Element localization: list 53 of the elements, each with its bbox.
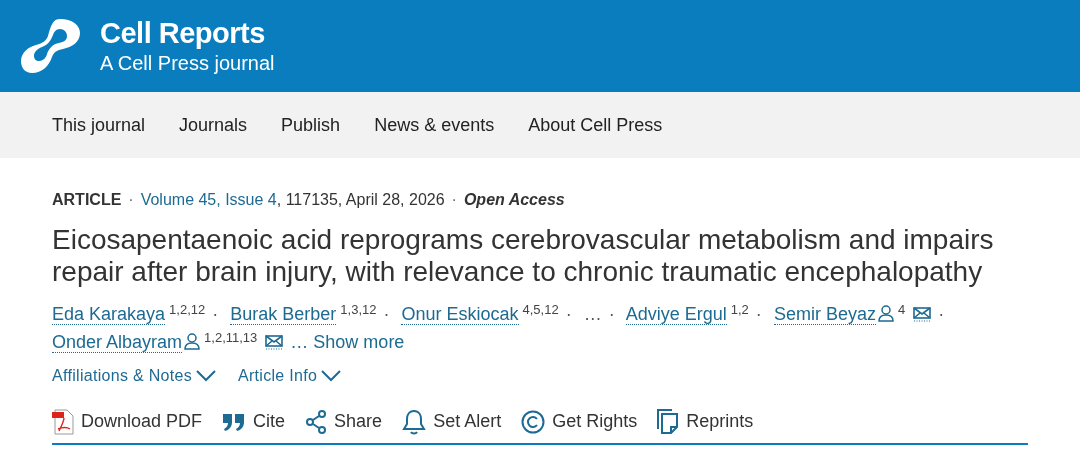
expander-button[interactable]: Article Info: [238, 364, 342, 388]
separator-dot: ·: [565, 304, 572, 324]
separator-dot: ·: [938, 304, 945, 324]
chevron-down-icon: [196, 370, 216, 382]
separator-dot: ·: [608, 304, 615, 324]
author-link[interactable]: Adviye Ergul: [625, 304, 727, 325]
volume-link[interactable]: Volume 45, Issue 4: [140, 191, 277, 208]
author-link[interactable]: Onur Eskiocak: [401, 304, 519, 325]
document-stack-icon: [657, 408, 680, 435]
journal-title[interactable]: Cell Reports: [100, 16, 275, 50]
expander-button[interactable]: Affiliations & Notes: [52, 364, 216, 388]
copyright-icon: [521, 409, 546, 434]
action-button[interactable]: Cite: [222, 408, 286, 435]
nav-link[interactable]: Journals: [179, 111, 248, 139]
journal-tagline: A Cell Press journal: [100, 51, 275, 76]
nav-link[interactable]: Publish: [281, 111, 341, 139]
show-more-link[interactable]: … Show more: [290, 332, 405, 352]
article-details: , 117135, April 28, 2026: [276, 191, 445, 208]
nav-link[interactable]: About Cell Press: [528, 111, 663, 139]
author-link[interactable]: Eda Karakaya: [52, 304, 166, 325]
open-access-label: Open Access: [463, 190, 565, 210]
article-title: Eicosapentaenoic acid reprograms cerebrovascular metabolism and impairs repair after brain injury, with relevance to chronic traumatic encephalopathy: [52, 224, 995, 288]
mail-icon[interactable]: [265, 334, 284, 350]
action-button[interactable]: Get Rights: [521, 408, 638, 435]
separator-dot: ·: [755, 304, 762, 324]
affiliation-numbers: 4: [897, 301, 906, 317]
author-link[interactable]: Onder Albayram: [52, 332, 183, 353]
action-button[interactable]: Download PDF: [52, 408, 203, 435]
share-icon: [305, 409, 328, 434]
affiliation-numbers: 1,2,11,13: [204, 329, 258, 345]
affiliation-numbers: 1,2,12: [169, 301, 206, 317]
affiliation-numbers: 1,3,12: [340, 301, 377, 317]
separator-dot: ·: [128, 190, 134, 210]
chevron-down-icon: [321, 370, 342, 382]
ellipsis: …: [583, 304, 602, 324]
affiliation-numbers: 4,5,12: [522, 301, 559, 317]
mail-icon[interactable]: [913, 306, 932, 322]
separator-dot: ·: [451, 190, 457, 210]
separator-dot: ·: [383, 304, 390, 324]
nav-link[interactable]: News & events: [374, 111, 495, 139]
bell-icon: [402, 408, 427, 435]
author-link[interactable]: Burak Berber: [230, 304, 337, 325]
pdf-file-icon: [52, 408, 74, 435]
article-type: ARTICLE: [52, 190, 122, 210]
author-link[interactable]: Semir Beyaz: [773, 304, 876, 325]
action-button[interactable]: Reprints: [657, 408, 754, 435]
action-button[interactable]: Set Alert: [402, 408, 502, 435]
affiliation-numbers: 1,2: [730, 301, 749, 317]
logo-icon[interactable]: [20, 17, 82, 75]
separator-dot: ·: [212, 304, 219, 324]
quote-icon: [222, 411, 247, 432]
nav-link[interactable]: This journal: [52, 111, 146, 139]
action-button[interactable]: Share: [305, 408, 383, 435]
